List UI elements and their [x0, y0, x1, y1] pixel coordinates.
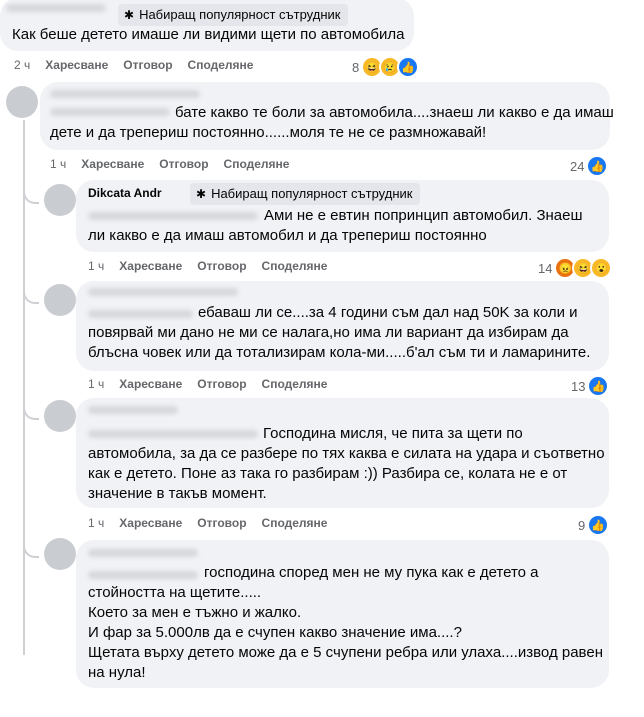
comment-actions: 1 ч Харесване Отговор Споделяне: [88, 516, 342, 530]
author-name-redacted: [50, 90, 200, 98]
thread-connector: [23, 286, 39, 304]
like-link[interactable]: Харесване: [119, 259, 182, 273]
like-link[interactable]: Харесване: [45, 58, 108, 72]
reaction-count: 9: [578, 517, 586, 533]
avatar[interactable]: [44, 284, 76, 316]
badge-label: Набиращ популярност сътрудник: [139, 7, 341, 22]
rising-contributor-badge[interactable]: ✱ Набиращ популярност сътрудник: [190, 183, 421, 205]
reactions-summary[interactable]: 24 👍: [570, 155, 609, 177]
comment-actions: 1 ч Харесване Отговор Споделяне: [88, 377, 342, 391]
share-link[interactable]: Споделяне: [262, 259, 328, 273]
share-link[interactable]: Споделяне: [262, 516, 328, 530]
star-icon: ✱: [196, 187, 207, 201]
like-link[interactable]: Харесване: [81, 157, 144, 171]
comment-time[interactable]: 2 ч: [14, 58, 30, 72]
reactions-summary[interactable]: 13 👍: [571, 375, 610, 397]
reactions-summary[interactable]: 14 😠 😆 😮: [538, 257, 613, 279]
comment-actions: 1 ч Харесване Отговор Споделяне: [88, 259, 342, 273]
like-link[interactable]: Харесване: [119, 377, 182, 391]
like-reaction-icon: 👍: [397, 56, 420, 78]
author-name-redacted: [6, 4, 106, 12]
reply-link[interactable]: Отговор: [159, 157, 208, 171]
comment-text: Господина мисля, че пита за щети по авто…: [88, 425, 605, 502]
wow-reaction-icon: 😮: [590, 257, 613, 279]
comment-text: господина според мен не му пука как е де…: [88, 564, 603, 681]
avatar[interactable]: [44, 400, 76, 432]
share-link[interactable]: Споделяне: [188, 58, 254, 72]
avatar[interactable]: [6, 86, 38, 118]
avatar[interactable]: [44, 184, 76, 216]
badge-label: Набиращ популярност сътрудник: [211, 186, 413, 201]
author-name-redacted: [88, 406, 178, 414]
like-link[interactable]: Харесване: [119, 516, 182, 530]
share-link[interactable]: Споделяне: [224, 157, 290, 171]
comment-text: бате какво те боли за автомобила....знае…: [50, 104, 614, 141]
reactions-summary[interactable]: 8 😆 😢 👍: [352, 56, 420, 78]
reaction-count: 8: [352, 59, 360, 75]
comment-time[interactable]: 1 ч: [50, 157, 66, 171]
like-reaction-icon: 👍: [586, 155, 609, 177]
reaction-count: 14: [538, 260, 553, 276]
reaction-count: 24: [570, 158, 585, 174]
thread-connector: [23, 540, 39, 558]
like-reaction-icon: 👍: [587, 514, 610, 536]
reactions-summary[interactable]: 9 👍: [578, 514, 610, 536]
rising-contributor-badge[interactable]: ✱ Набиращ популярност сътрудник: [118, 4, 349, 26]
thread-line: [23, 120, 25, 655]
comment-time[interactable]: 1 ч: [88, 516, 104, 530]
reaction-count: 13: [571, 378, 586, 394]
comment-text: ебаваш ли се....за 4 години съм дал над …: [88, 304, 591, 361]
thread-connector: [23, 402, 39, 420]
like-reaction-icon: 👍: [587, 375, 610, 397]
reply-link[interactable]: Отговор: [123, 58, 172, 72]
comment-actions: 1 ч Харесване Отговор Споделяне: [50, 157, 304, 171]
author-name-redacted: [88, 288, 238, 296]
star-icon: ✱: [124, 8, 135, 22]
share-link[interactable]: Споделяне: [262, 377, 328, 391]
avatar[interactable]: [44, 538, 76, 570]
reply-link[interactable]: Отговор: [197, 259, 246, 273]
comment-text: Как беше детето имаше ли видими щети по …: [12, 26, 405, 43]
comment-time[interactable]: 1 ч: [88, 377, 104, 391]
author-name[interactable]: Dikcata Andr: [88, 186, 162, 200]
comment-actions: 2 ч Харесване Отговор Споделяне: [14, 58, 268, 72]
author-name-redacted: [88, 549, 198, 557]
reply-link[interactable]: Отговор: [197, 516, 246, 530]
reply-link[interactable]: Отговор: [197, 377, 246, 391]
thread-connector: [23, 186, 39, 204]
comment-time[interactable]: 1 ч: [88, 259, 104, 273]
comment-text: Ами не е евтин попринцип автомобил. Знае…: [88, 207, 583, 244]
